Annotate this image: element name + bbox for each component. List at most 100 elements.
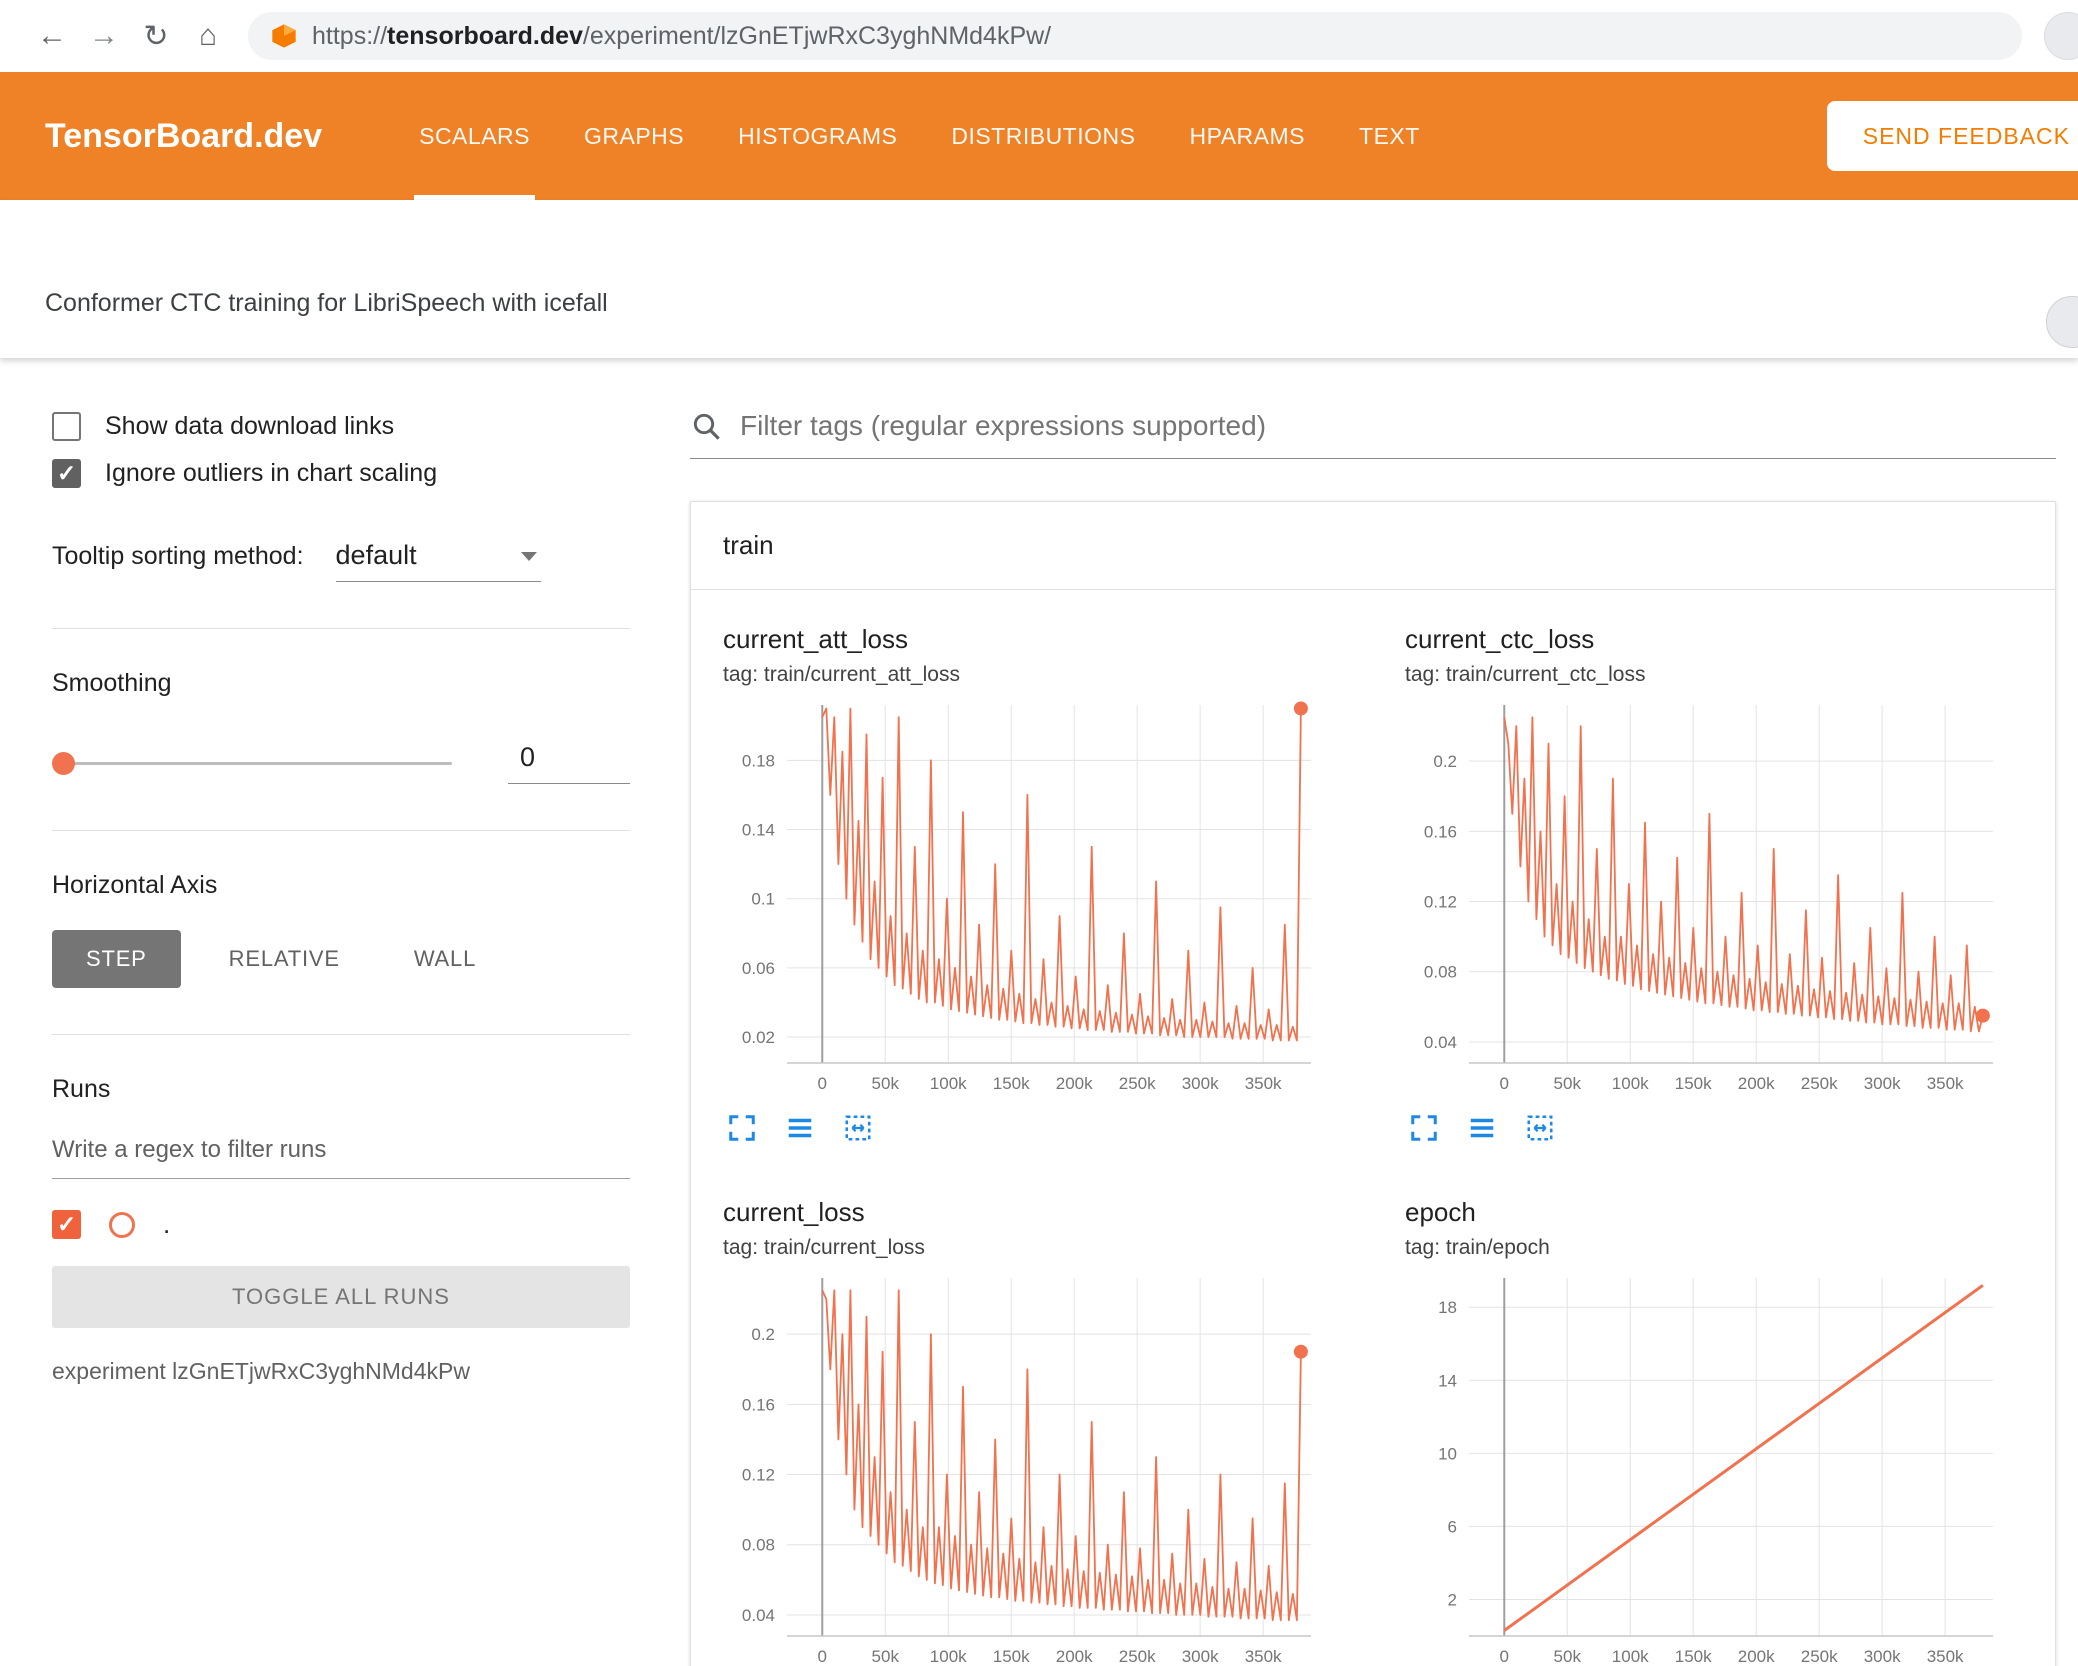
svg-text:0.12: 0.12: [1424, 893, 1457, 912]
fit-to-data-icon[interactable]: [1525, 1113, 1555, 1143]
svg-text:0.2: 0.2: [751, 1325, 775, 1344]
chart-toolbar: [1409, 1113, 2045, 1143]
svg-text:50k: 50k: [1554, 1647, 1582, 1666]
line-chart[interactable]: 2 6 10 14 18 0 50k 100k 150k 200k 250k 300k 350k: [1405, 1270, 2045, 1666]
chart-current-loss: current_loss tag: train/current_loss 0.0…: [691, 1163, 1373, 1666]
app-logo: TensorBoard.dev: [45, 116, 323, 155]
back-icon[interactable]: ←: [26, 19, 78, 53]
axis-relative-button[interactable]: RELATIVE: [203, 930, 366, 988]
tooltip-sorting-label: Tooltip sorting method:: [52, 542, 304, 570]
run-name: .: [163, 1209, 171, 1239]
smoothing-value-input[interactable]: 0: [508, 742, 630, 784]
svg-text:10: 10: [1438, 1444, 1457, 1463]
chart-title: current_loss: [723, 1197, 865, 1227]
svg-text:0.04: 0.04: [1424, 1033, 1457, 1052]
tab-text[interactable]: TEXT: [1332, 72, 1447, 200]
chart-title: current_ctc_loss: [1405, 624, 1595, 654]
reload-icon[interactable]: ↻: [130, 19, 182, 54]
charts-grid: current_att_loss tag: train/current_att_…: [691, 590, 2055, 1666]
svg-text:0.12: 0.12: [742, 1466, 775, 1485]
main-panel: train current_att_loss tag: train/curren…: [690, 358, 2078, 1666]
send-feedback-button[interactable]: SEND FEEDBACK: [1826, 101, 2078, 171]
ignore-outliers-label: Ignore outliers in chart scaling: [105, 459, 438, 487]
svg-text:100k: 100k: [930, 1647, 967, 1666]
avatar[interactable]: [2044, 12, 2078, 60]
svg-text:0.16: 0.16: [742, 1395, 775, 1414]
fit-to-data-icon[interactable]: [843, 1113, 873, 1143]
show-download-links-checkbox[interactable]: [52, 412, 81, 441]
chart-title: current_att_loss: [723, 624, 908, 654]
svg-text:0.16: 0.16: [1424, 822, 1457, 841]
axis-wall-button[interactable]: WALL: [388, 930, 502, 988]
horizontal-lines-icon[interactable]: [785, 1113, 815, 1143]
chart-tag: tag: train/current_loss: [723, 1236, 925, 1259]
chart-title: epoch: [1405, 1197, 1476, 1227]
svg-text:6: 6: [1448, 1517, 1457, 1536]
tab-hparams[interactable]: HPARAMS: [1162, 72, 1332, 200]
tab-distributions[interactable]: DISTRIBUTIONS: [924, 72, 1162, 200]
run-color-swatch[interactable]: [109, 1211, 135, 1238]
divider: [52, 1034, 630, 1035]
svg-text:250k: 250k: [1801, 1074, 1838, 1093]
smoothing-slider[interactable]: [52, 751, 452, 775]
fullscreen-icon[interactable]: [727, 1113, 757, 1143]
svg-text:150k: 150k: [1675, 1647, 1712, 1666]
run-checkbox[interactable]: [52, 1210, 81, 1239]
svg-text:250k: 250k: [1801, 1647, 1838, 1666]
fullscreen-icon[interactable]: [1409, 1113, 1439, 1143]
svg-text:200k: 200k: [1738, 1074, 1775, 1093]
svg-text:0.18: 0.18: [742, 751, 775, 770]
svg-text:0: 0: [818, 1074, 827, 1093]
site-favicon: [270, 22, 298, 50]
svg-text:250k: 250k: [1119, 1074, 1156, 1093]
address-bar[interactable]: https://tensorboard.dev/experiment/lzGnE…: [248, 12, 2022, 60]
axis-step-button[interactable]: STEP: [52, 930, 181, 988]
smoothing-slider-thumb[interactable]: [52, 751, 75, 775]
experiment-bar: Conformer CTC training for LibriSpeech w…: [0, 200, 2078, 358]
home-icon[interactable]: ⌂: [182, 19, 234, 53]
chart-current-ctc-loss: current_ctc_loss tag: train/current_ctc_…: [1373, 590, 2055, 1163]
svg-text:0.1: 0.1: [751, 890, 775, 909]
tag-group-title[interactable]: train: [691, 502, 2055, 590]
horizontal-axis-label: Horizontal Axis: [52, 871, 218, 899]
runs-regex-input[interactable]: [52, 1126, 630, 1179]
horizontal-axis-buttons: STEP RELATIVE WALL: [52, 930, 630, 988]
ignore-outliers-checkbox[interactable]: [52, 459, 81, 488]
show-download-links-row: Show data download links: [52, 412, 630, 441]
svg-text:150k: 150k: [993, 1647, 1030, 1666]
url-scheme: https://: [312, 21, 388, 50]
svg-text:0.08: 0.08: [1424, 963, 1457, 982]
horizontal-lines-icon[interactable]: [1467, 1113, 1497, 1143]
ignore-outliers-row: Ignore outliers in chart scaling: [52, 459, 630, 488]
svg-text:50k: 50k: [872, 1647, 900, 1666]
svg-text:200k: 200k: [1738, 1647, 1775, 1666]
svg-text:0.2: 0.2: [1433, 752, 1457, 771]
filter-tags-input[interactable]: [740, 410, 2056, 442]
line-chart[interactable]: 0.02 0.06 0.1 0.14 0.18 0 50k 100k 150k 200k 250k 3…: [723, 697, 1363, 1097]
header-tabs: SCALARS GRAPHS HISTOGRAMS DISTRIBUTIONS …: [392, 72, 1447, 200]
toggle-all-runs-button[interactable]: TOGGLE ALL RUNS: [52, 1266, 630, 1328]
svg-text:0.08: 0.08: [742, 1536, 775, 1555]
train-card: train current_att_loss tag: train/curren…: [690, 501, 2056, 1666]
app-header: TensorBoard.dev SCALARS GRAPHS HISTOGRAM…: [0, 72, 2078, 200]
chart-tag: tag: train/current_ctc_loss: [1405, 663, 1646, 686]
line-chart[interactable]: 0.04 0.08 0.12 0.16 0.2 0 50k 100k 150k 200k 250k 3…: [1405, 697, 2045, 1097]
svg-text:100k: 100k: [930, 1074, 967, 1093]
experiment-id-label: experiment lzGnETjwRxC3yghNMd4kPw: [52, 1358, 470, 1384]
svg-text:0: 0: [1500, 1647, 1509, 1666]
tooltip-sorting-select[interactable]: default: [335, 540, 541, 582]
tab-histograms[interactable]: HISTOGRAMS: [711, 72, 924, 200]
forward-icon[interactable]: →: [78, 19, 130, 53]
tooltip-sorting-row: Tooltip sorting method: default: [52, 540, 630, 582]
svg-text:0.02: 0.02: [742, 1028, 775, 1047]
svg-text:2: 2: [1448, 1590, 1457, 1609]
svg-text:200k: 200k: [1056, 1647, 1093, 1666]
svg-text:0.14: 0.14: [742, 821, 775, 840]
tab-graphs[interactable]: GRAPHS: [557, 72, 711, 200]
svg-text:0: 0: [1500, 1074, 1509, 1093]
settings-sidebar: Show data download links Ignore outliers…: [0, 358, 690, 1666]
chevron-down-icon: [520, 552, 537, 561]
tab-scalars[interactable]: SCALARS: [392, 72, 557, 200]
line-chart[interactable]: 0.04 0.08 0.12 0.16 0.2 0 50k 100k 150k 200k 250k 3…: [723, 1270, 1363, 1666]
svg-text:50k: 50k: [1554, 1074, 1582, 1093]
